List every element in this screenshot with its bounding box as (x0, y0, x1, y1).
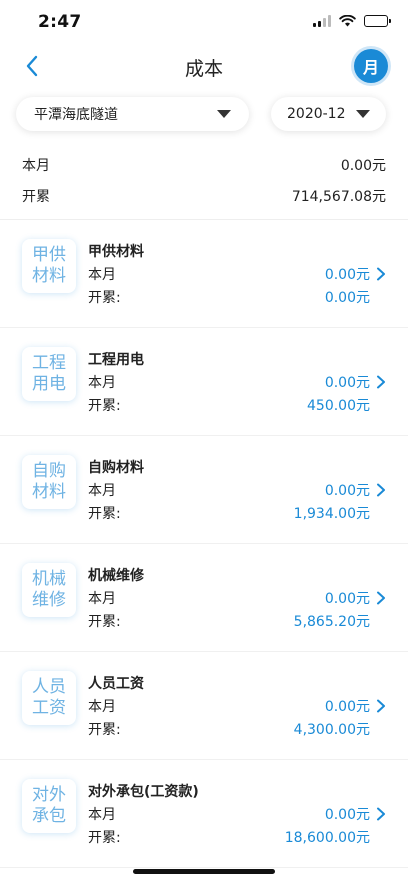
summary-total-row: 开累 714,567.08元 (22, 186, 386, 206)
item-title: 人员工资 (88, 676, 144, 692)
item-total-row: 开累: 0.00元 (88, 287, 370, 307)
battery-icon (364, 15, 391, 27)
chevron-right-icon (377, 483, 385, 497)
date-select[interactable]: 2020-12 (271, 97, 386, 131)
item-total-row: 开累: 5,865.20元 (88, 611, 370, 631)
item-month-label: 本月 (88, 375, 116, 391)
home-indicator (133, 869, 275, 874)
item-title: 甲供材料 (88, 244, 144, 260)
item-total-row: 开累: 18,600.00元 (88, 827, 370, 847)
caret-down-icon (217, 110, 231, 118)
item-month-row: 本月 0.00元 (88, 696, 370, 716)
item-total-value: 4,300.00元 (293, 722, 370, 738)
chevron-right-icon (377, 699, 385, 713)
date-select-value: 2020-12 (287, 106, 346, 122)
item-title: 对外承包(工资款) (88, 784, 199, 800)
category-badge: 甲供材料 (22, 239, 76, 293)
item-total-label: 开累: (88, 614, 121, 630)
project-select-value: 平潭海底隧道 (34, 107, 118, 123)
cost-item[interactable]: 机械维修 机械维修 本月 0.00元 开累: 5,865.20元 (0, 544, 408, 652)
item-total-label: 开累: (88, 398, 121, 414)
item-title: 工程用电 (88, 352, 144, 368)
item-title: 自购材料 (88, 460, 144, 476)
item-total-label: 开累: (88, 722, 121, 738)
item-total-value: 1,934.00元 (293, 506, 370, 522)
item-total-value: 450.00元 (307, 398, 370, 414)
summary-month-value: 0.00元 (340, 158, 386, 174)
item-total-row: 开累: 4,300.00元 (88, 719, 370, 739)
item-month-row: 本月 0.00元 (88, 804, 370, 824)
nav-bar: 成本 月 (0, 44, 408, 88)
item-total-label: 开累: (88, 506, 121, 522)
item-month-label: 本月 (88, 699, 116, 715)
status-icons (313, 15, 391, 27)
chevron-right-icon (377, 267, 385, 281)
page-title: 成本 (184, 58, 223, 80)
project-select[interactable]: 平潭海底隧道 (16, 97, 249, 131)
item-month-label: 本月 (88, 483, 116, 499)
item-month-row: 本月 0.00元 (88, 480, 370, 500)
chevron-right-icon (377, 375, 385, 389)
cost-item[interactable]: 工程用电 工程用电 本月 0.00元 开累: 450.00元 (0, 328, 408, 436)
summary-total-value: 714,567.08元 (291, 189, 386, 205)
chevron-right-icon (377, 807, 385, 821)
cost-item[interactable]: 人员工资 人员工资 本月 0.00元 开累: 4,300.00元 (0, 652, 408, 760)
category-badge: 对外承包 (22, 779, 76, 833)
status-bar: 2:47 (0, 0, 408, 44)
item-month-label: 本月 (88, 267, 116, 283)
item-month-value: 0.00元 (324, 375, 370, 391)
item-total-value: 18,600.00元 (284, 830, 370, 846)
item-total-label: 开累: (88, 290, 121, 306)
item-total-value: 5,865.20元 (293, 614, 370, 630)
item-title: 机械维修 (88, 568, 144, 584)
item-total-value: 0.00元 (324, 290, 370, 306)
cost-item[interactable]: 对外承包 对外承包(工资款) 本月 0.00元 开累: 18,600.00元 (0, 760, 408, 868)
category-badge: 自购材料 (22, 455, 76, 509)
item-total-row: 开累: 450.00元 (88, 395, 370, 415)
item-month-value: 0.00元 (324, 807, 370, 823)
category-badge: 工程用电 (22, 347, 76, 401)
category-badge: 机械维修 (22, 563, 76, 617)
item-total-row: 开累: 1,934.00元 (88, 503, 370, 523)
item-month-value: 0.00元 (324, 591, 370, 607)
item-month-value: 0.00元 (324, 699, 370, 715)
item-month-value: 0.00元 (324, 267, 370, 283)
summary-month-row: 本月 0.00元 (22, 155, 386, 175)
cost-item[interactable]: 自购材料 自购材料 本月 0.00元 开累: 1,934.00元 (0, 436, 408, 544)
chevron-right-icon (377, 591, 385, 605)
summary-month-label: 本月 (22, 158, 50, 174)
caret-down-icon (356, 110, 370, 118)
summary-total-label: 开累 (22, 189, 50, 205)
category-badge: 人员工资 (22, 671, 76, 725)
item-month-row: 本月 0.00元 (88, 588, 370, 608)
item-month-label: 本月 (88, 807, 116, 823)
month-toggle-button[interactable]: 月 (354, 49, 388, 83)
cost-item[interactable]: 甲供材料 甲供材料 本月 0.00元 开累: 0.00元 (0, 220, 408, 328)
wifi-icon (339, 15, 356, 27)
item-month-row: 本月 0.00元 (88, 372, 370, 392)
item-month-value: 0.00元 (324, 483, 370, 499)
item-month-label: 本月 (88, 591, 116, 607)
item-month-row: 本月 0.00元 (88, 264, 370, 284)
item-total-label: 开累: (88, 830, 121, 846)
status-time: 2:47 (38, 12, 82, 32)
signal-icon (313, 15, 331, 27)
